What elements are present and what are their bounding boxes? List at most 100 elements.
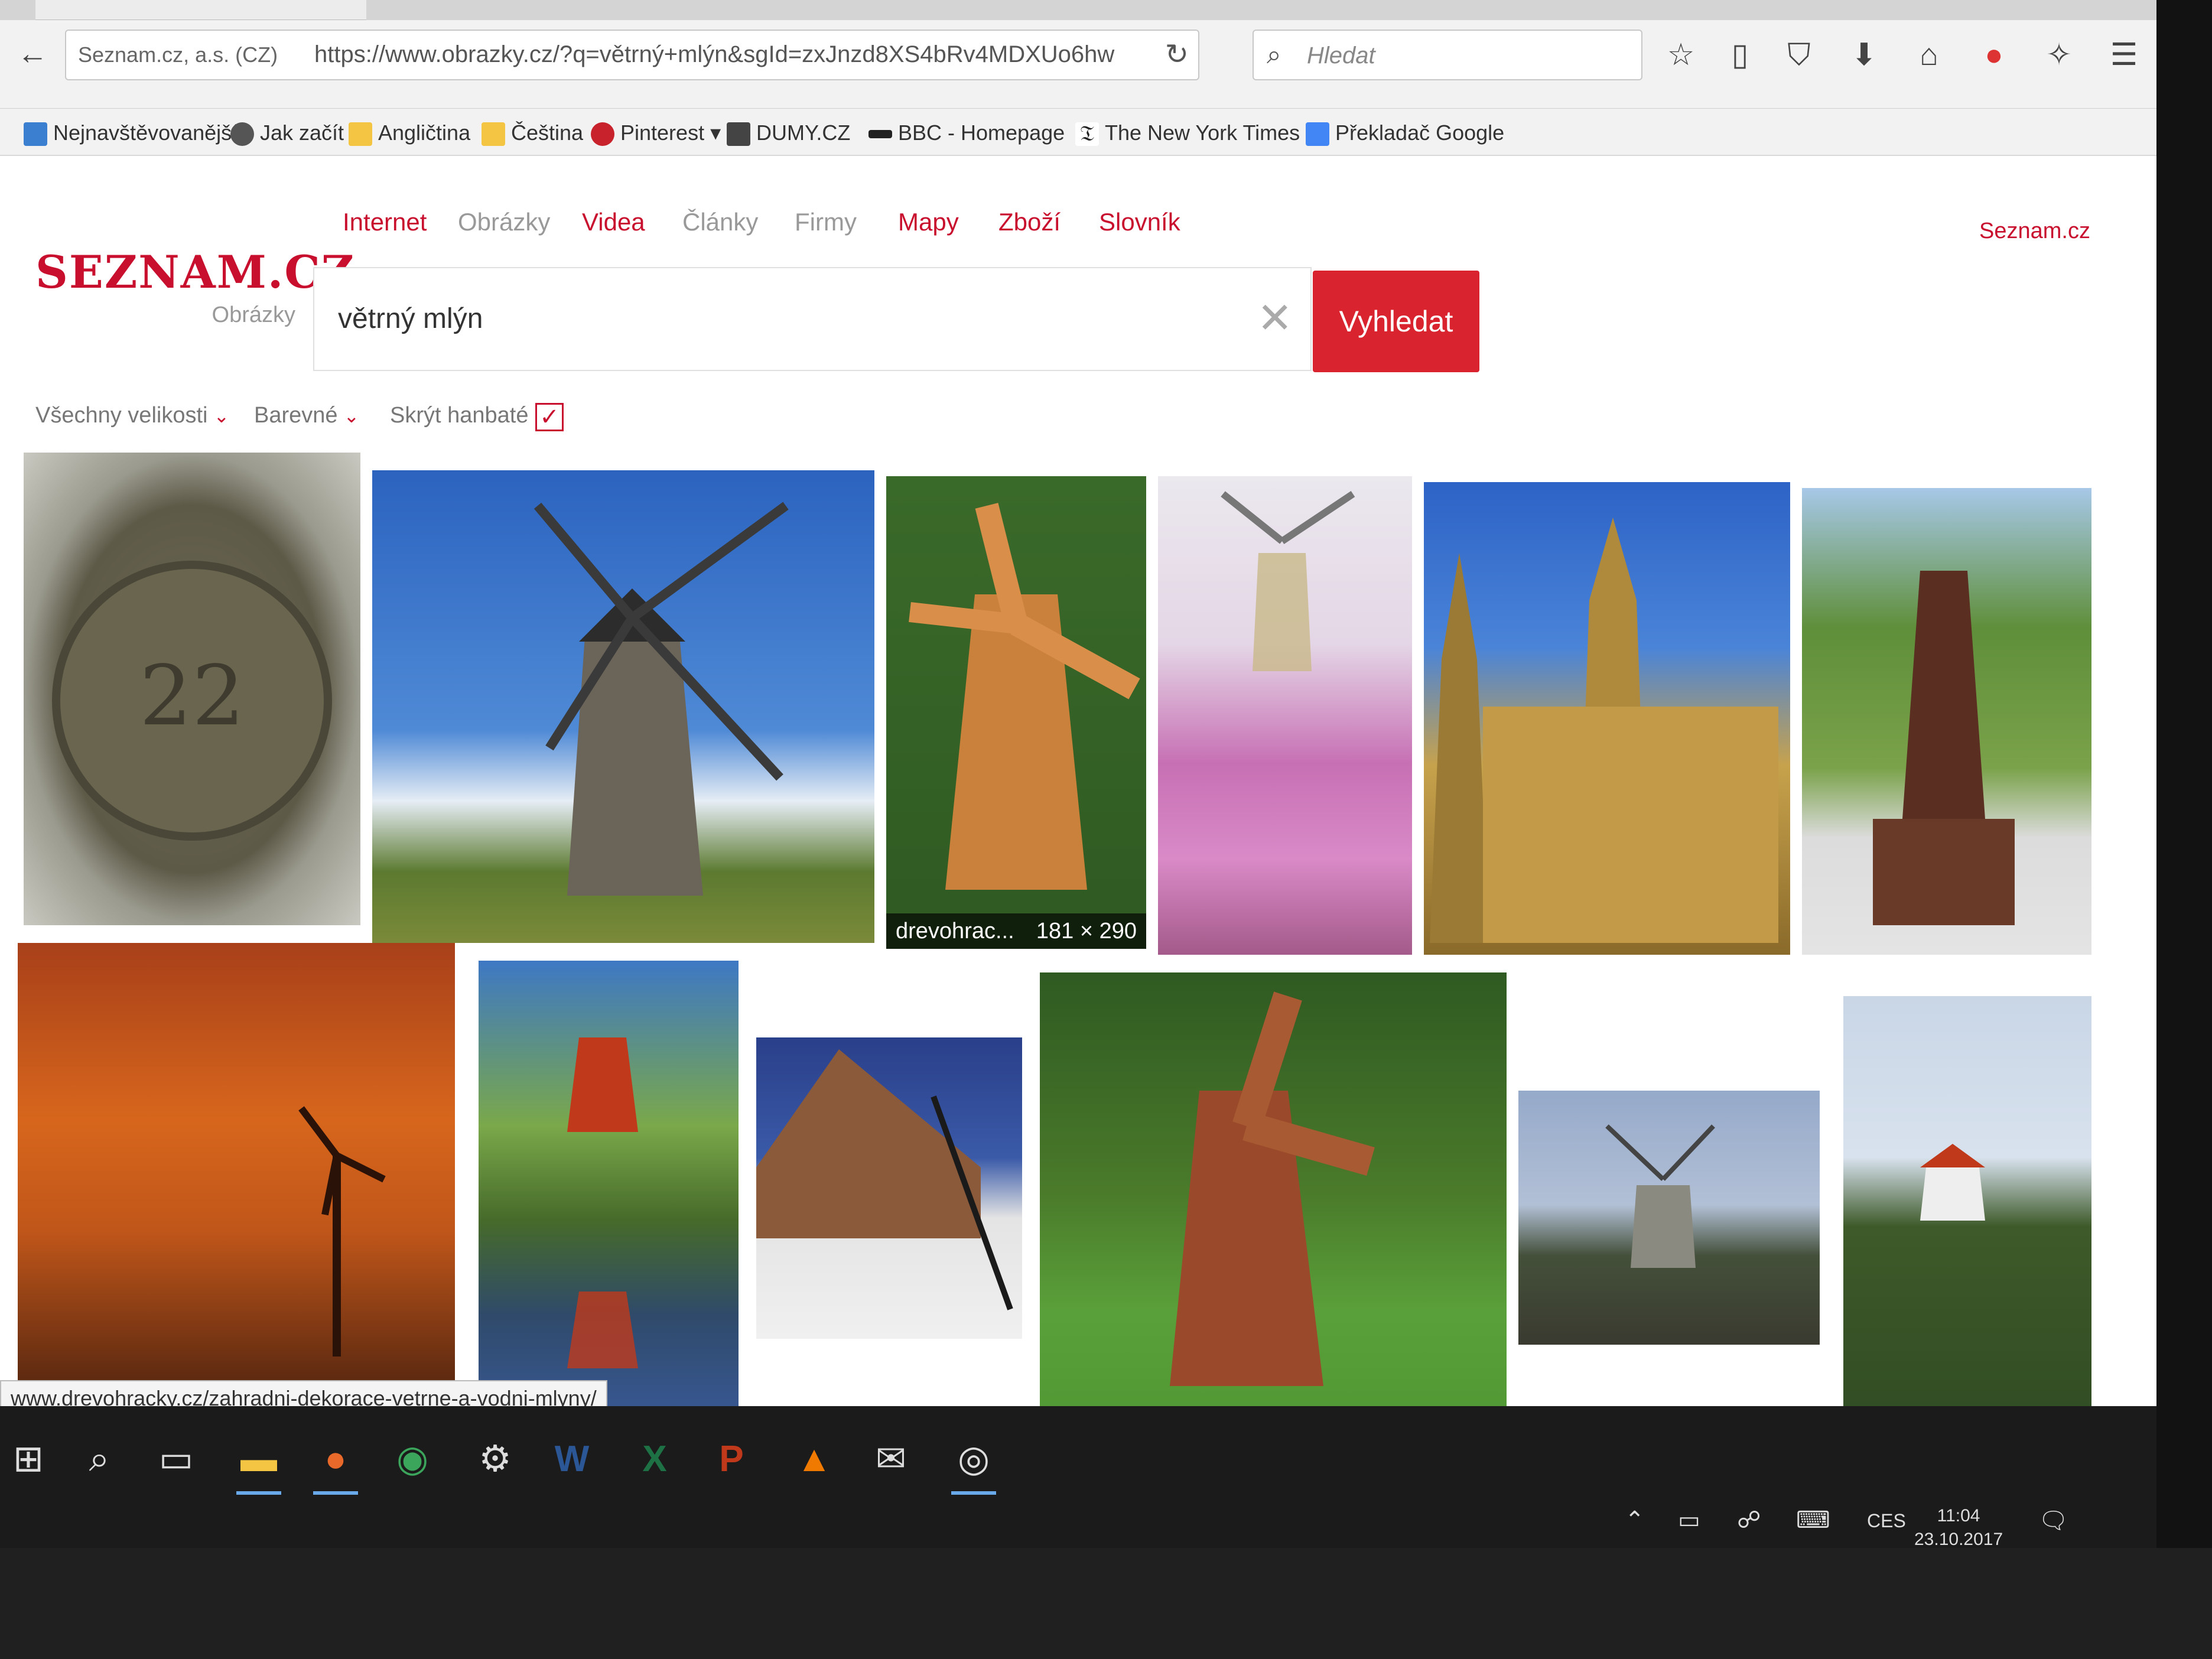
search-icon[interactable]: ⌕ [71,1430,128,1489]
image-result-windmill-flowers[interactable] [1158,476,1412,955]
clock-date: 23.10.2017 [1914,1530,2003,1548]
clock-time: 11:04 [1937,1506,1980,1525]
monitor-bezel-bottom [0,1548,2212,1659]
windmill-flowers-graphic [1221,491,1355,671]
search-input[interactable]: větrný mlýn ✕ [313,267,1312,371]
taskbar: ⊞ ⌕ ▭ ▬ ● ◉ ⚙ W X P ▲ ✉ ◎ ⌃ ▭ ☍ ⌨ CES 11… [0,1406,2156,1548]
mail-icon[interactable]: ✉ [863,1430,919,1489]
browser-tab[interactable] [35,0,366,20]
bookmark-item[interactable]: 𝔗 The New York Times [1075,117,1300,149]
pocket-icon[interactable]: ⛉ [1778,34,1820,76]
building-icon [727,122,750,147]
firefox-icon[interactable]: ● [307,1430,364,1495]
tab-clanky[interactable]: Články [682,208,758,236]
logo-subtitle: Obrázky [212,302,295,327]
menu-icon[interactable]: ☰ [2103,34,2145,76]
safe-search-label: Skrýt hanbaté [390,403,529,428]
bookmark-item[interactable]: Nejnavštěvovanější [24,117,238,149]
bookmark-star-icon[interactable]: ☆ [1660,34,1702,76]
color-filter[interactable]: Barevné ⌄ [254,403,359,428]
safe-search-checkbox[interactable]: ✓ [535,403,564,431]
task-view-icon[interactable]: ▭ [148,1430,204,1489]
home-icon[interactable]: ⌂ [1908,34,1950,76]
image-result-stone-windmill[interactable] [372,470,874,943]
image-result-coin[interactable]: 22 [24,453,360,925]
word-icon[interactable]: W [544,1430,600,1489]
bookmark-item[interactable]: Překladač Google [1306,117,1504,149]
image-result-wooden-windmill[interactable]: drevohrac... 181 × 290 [886,476,1146,949]
bookmark-item[interactable]: Čeština [482,117,583,149]
search-icon: ⌕ [1267,40,1281,69]
image-result-hill-windmill[interactable] [1843,996,2091,1457]
url-bar[interactable]: Seznam.cz, a.s. (CZ) https://www.obrazky… [65,30,1199,80]
chrome-icon[interactable]: ◉ [384,1430,441,1489]
spiral-app-icon[interactable]: ◎ [945,1430,1002,1495]
file-explorer-icon[interactable]: ▬ [230,1430,287,1495]
bookmark-item[interactable]: Jak začít [230,117,344,149]
image-result-lawn-windmill[interactable] [1040,972,1507,1457]
extension-icon[interactable]: ● [1973,34,2015,76]
svg-text:22: 22 [139,648,245,744]
network-icon[interactable]: ☍ [1737,1507,1761,1534]
seznam-logo[interactable]: SEZNAM.CZ Obrázky [35,246,354,327]
bookmark-item[interactable]: Pinterest ▾ [591,117,721,149]
reload-icon[interactable]: ↻ [1165,38,1189,71]
monitor-bezel-right [2156,0,2212,1659]
keyboard-icon[interactable]: ⌨ [1796,1507,1830,1534]
excel-icon[interactable]: X [626,1430,683,1489]
image-result-thatched-roof[interactable] [756,1037,1022,1339]
tab-internet[interactable]: Internet [343,208,427,236]
tab-zbozi[interactable]: Zboží [998,208,1061,236]
tab-firmy[interactable]: Firmy [795,208,857,236]
bookmark-item[interactable]: Angličtina [349,117,470,149]
url-text[interactable]: https://www.obrazky.cz/?q=větrný+mlýn&sg… [314,41,1141,68]
back-arrow-icon[interactable]: ← [12,33,53,74]
clock[interactable]: 11:04 23.10.2017 [1914,1504,2003,1548]
download-icon[interactable]: ⬇ [1843,34,1885,76]
image-result-dusk-windmill[interactable] [1518,1091,1820,1345]
battery-icon[interactable]: ▭ [1678,1507,1700,1534]
addon-icon[interactable]: ✧ [2038,34,2080,76]
powerpoint-icon[interactable]: P [703,1430,760,1489]
search-query[interactable]: větrný mlýn [338,302,483,335]
firefox-icon [24,122,47,147]
logo-text: SEZNAM.CZ [35,246,356,298]
bookmarks-bar: Nejnavštěvovanější Jak začít Angličtina … [0,109,2156,156]
image-result-park-windmill[interactable] [1802,488,2091,955]
image-caption: drevohrac... 181 × 290 [886,913,1146,949]
hill-windmill-graphic [1920,1144,1985,1221]
image-result-cathedral[interactable] [1424,482,1790,955]
language-indicator[interactable]: CES [1867,1510,1906,1532]
tab-mapy[interactable]: Mapy [898,208,959,236]
clipboard-icon[interactable]: ▯ [1719,34,1761,76]
browser-search-bar[interactable]: ⌕ Hledat [1253,30,1642,80]
screen: ← Seznam.cz, a.s. (CZ) https://www.obraz… [0,0,2156,1548]
tab-videa[interactable]: Videa [582,208,645,236]
notifications-icon[interactable]: 🗨 [2038,1507,2068,1534]
tab-obrazky[interactable]: Obrázky [458,208,550,236]
site-identity[interactable]: Seznam.cz, a.s. (CZ) [78,43,278,67]
account-link[interactable]: Seznam.cz [1979,219,2090,244]
chevron-up-icon[interactable]: ⌃ [1625,1507,1645,1534]
chevron-down-icon: ⌄ [343,405,360,427]
lawn-windmill-graphic [1170,991,1375,1386]
tab-strip [0,0,2156,20]
vlc-icon[interactable]: ▲ [786,1430,842,1489]
clear-icon[interactable]: ✕ [1257,293,1293,343]
image-result-sunset-turbine[interactable] [18,943,455,1386]
search-placeholder: Hledat [1307,43,1375,69]
brown-windmill-graphic [1873,571,2015,925]
bookmark-item[interactable]: BBC - Homepage [868,117,1065,149]
tab-slovnik[interactable]: Slovník [1099,208,1180,236]
search-button[interactable]: Vyhledat [1313,271,1479,372]
thatched-roof-graphic [756,1049,1013,1310]
coin-graphic: 22 [52,561,332,841]
chevron-down-icon: ⌄ [213,405,230,427]
wooden-windmill-graphic [909,503,1140,890]
app-icon[interactable]: ⚙ [467,1430,523,1489]
cathedral-graphic [1430,518,1778,943]
image-result-red-windmill[interactable] [479,961,739,1433]
bookmark-item[interactable]: DUMY.CZ [727,117,850,149]
size-filter[interactable]: Všechny velikosti ⌄ [35,403,229,428]
windows-start-icon[interactable]: ⊞ [0,1430,57,1489]
